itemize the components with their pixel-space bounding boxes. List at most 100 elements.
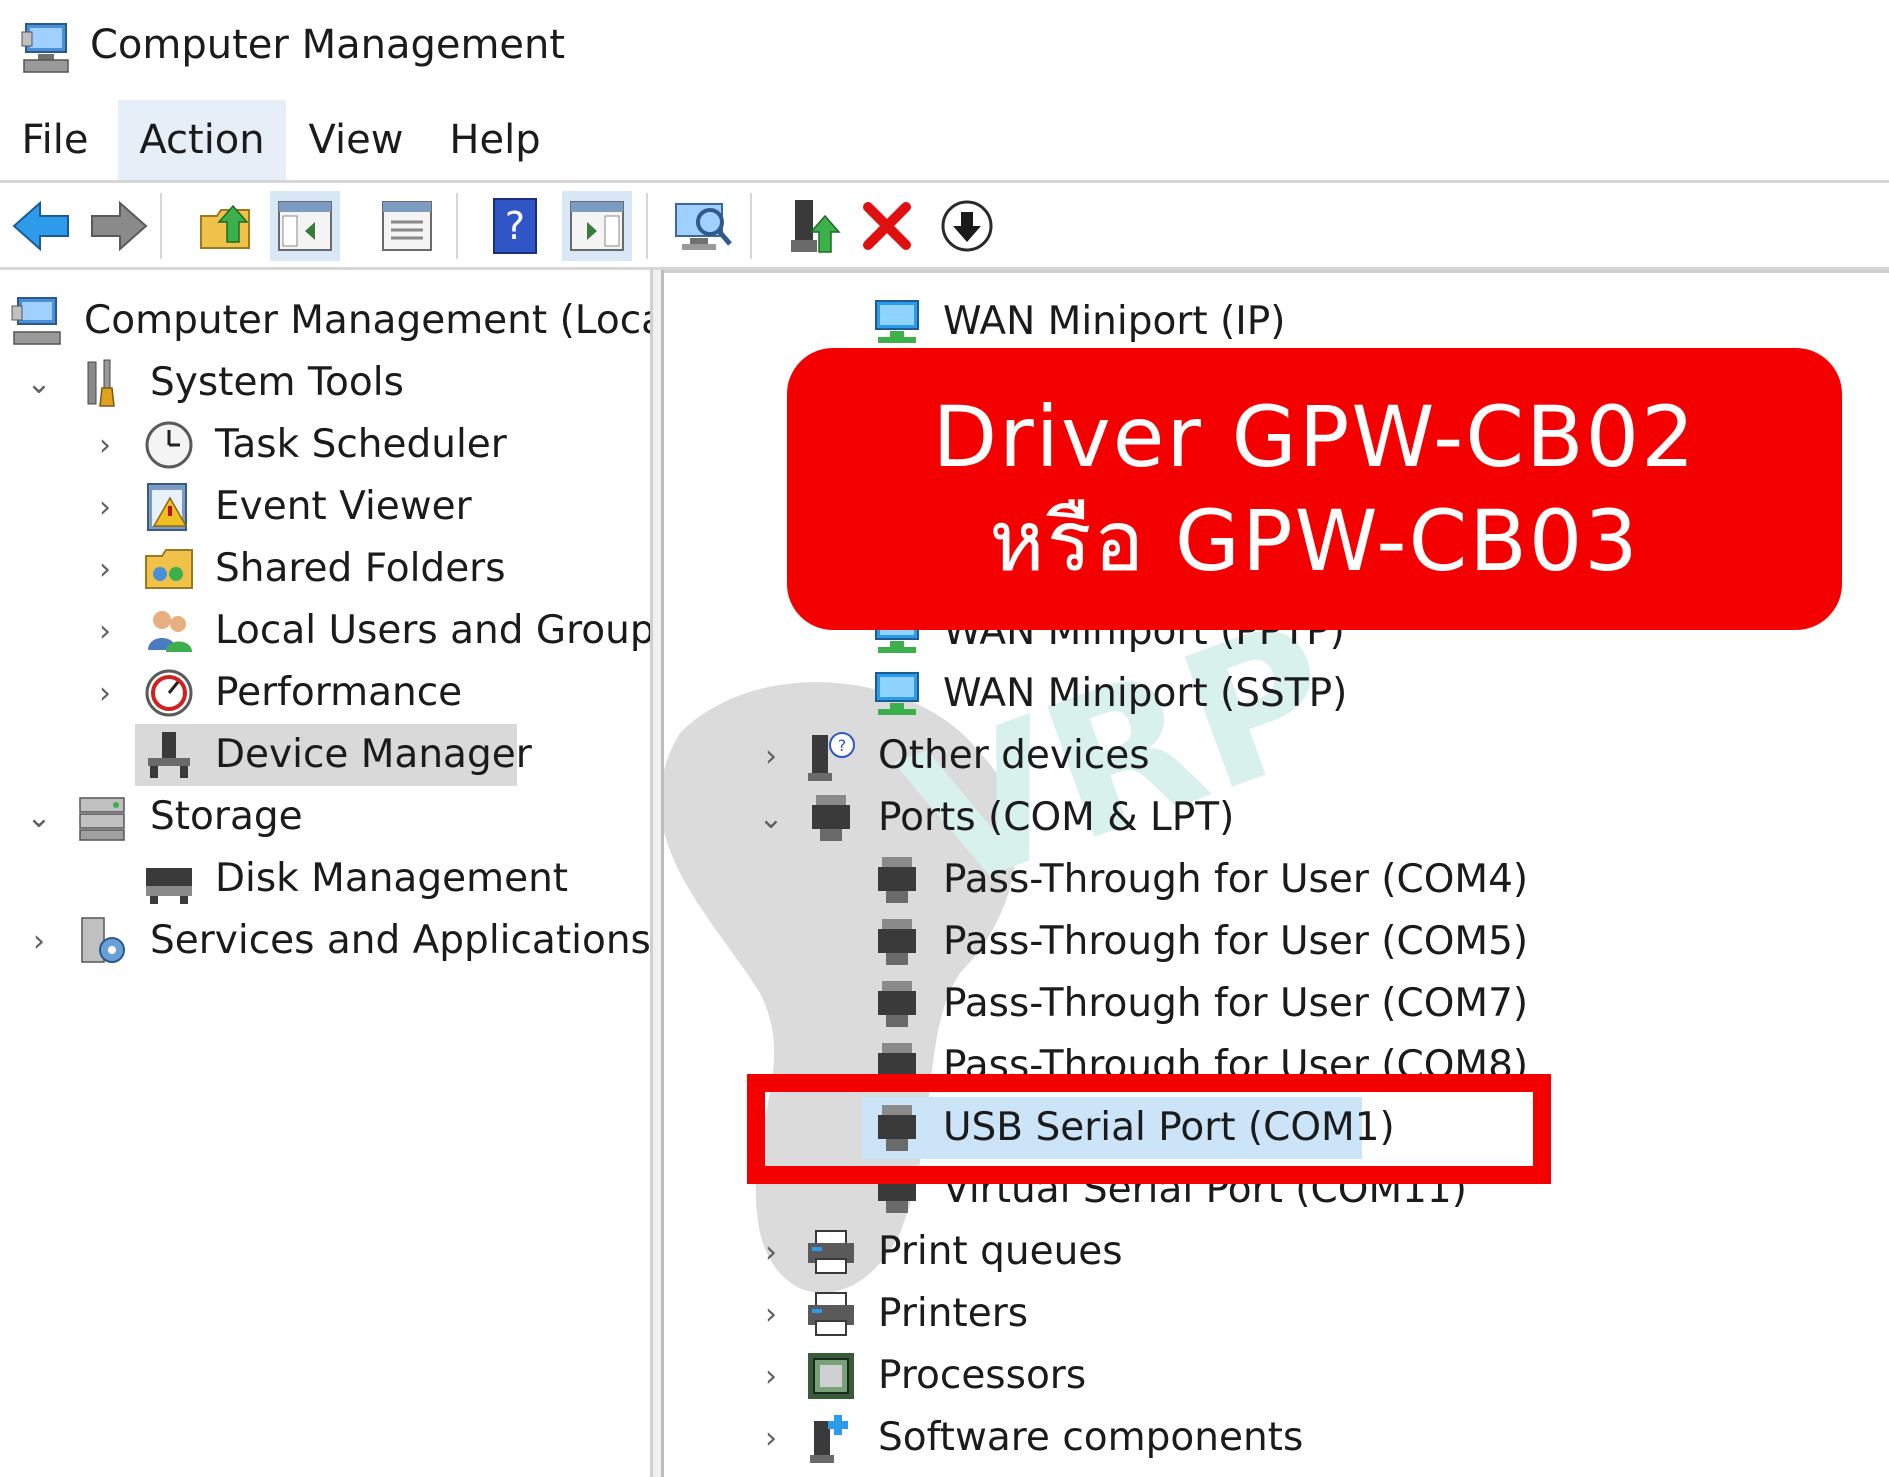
disable-device-button[interactable]	[932, 191, 1002, 261]
toolbar: ?	[0, 180, 1889, 270]
usb-serial-port-highlight-box	[747, 1074, 1551, 1184]
computer-management-icon	[11, 297, 61, 345]
chevron-down-icon[interactable]: ⌄	[24, 788, 54, 846]
device-item-wan-ip[interactable]: WAN Miniport (IP)	[664, 293, 1889, 351]
tree-item-disk-management[interactable]: Disk Management	[0, 850, 650, 908]
device-category-ports[interactable]: ⌄ Ports (COM & LPT)	[664, 789, 1889, 847]
forward-button[interactable]	[84, 191, 154, 261]
up-folder-icon	[200, 204, 250, 249]
network-adapter-icon	[875, 300, 919, 343]
device-category-software-components[interactable]: › Software components	[664, 1409, 1889, 1467]
tree-item-event-viewer[interactable]: › Event Viewer	[0, 478, 650, 536]
tree-item-label: Device Manager	[215, 732, 532, 777]
software-component-icon	[810, 1415, 848, 1463]
processor-icon	[808, 1353, 854, 1399]
back-icon	[12, 200, 69, 252]
tree-item-local-users-groups[interactable]: › Local Users and Groups	[0, 602, 675, 660]
update-driver-button[interactable]	[778, 191, 848, 261]
chevron-right-icon[interactable]: ›	[90, 664, 120, 722]
chevron-right-icon[interactable]: ›	[756, 1409, 786, 1467]
callout-line-2: หรือ GPW-CB03	[989, 492, 1640, 590]
disable-device-icon	[941, 200, 993, 252]
properties-icon	[382, 201, 432, 251]
tree-item-label: Event Viewer	[215, 484, 472, 529]
device-category-print-queues[interactable]: › Print queues	[664, 1223, 1889, 1281]
help-button[interactable]: ?	[480, 191, 550, 261]
tree-item-label: Shared Folders	[215, 546, 506, 591]
title-bar: Computer Management	[0, 0, 1889, 98]
tree-item-label: System Tools	[150, 360, 404, 405]
tree-item-label: Performance	[215, 670, 463, 715]
device-category-label: Print queues	[878, 1229, 1123, 1274]
port-item-label: Pass-Through for User (COM5)	[943, 919, 1529, 964]
chevron-right-icon[interactable]: ›	[756, 727, 786, 785]
device-manager-icon	[148, 732, 190, 778]
tree-item-storage[interactable]: ⌄ Storage	[0, 788, 650, 846]
chevron-right-icon[interactable]: ›	[756, 1223, 786, 1281]
tree-item-label: Storage	[150, 794, 303, 839]
device-category-printers[interactable]: › Printers	[664, 1285, 1889, 1343]
tree-item-device-manager[interactable]: Device Manager	[0, 724, 650, 786]
driver-callout-banner: Driver GPW-CB02 หรือ GPW-CB03	[787, 348, 1842, 630]
pane-splitter[interactable]	[650, 270, 664, 1477]
chevron-right-icon[interactable]: ›	[756, 1347, 786, 1405]
tree-item-label: Local Users and Groups	[215, 608, 675, 653]
svg-text:?: ?	[505, 204, 525, 248]
disk-icon	[146, 868, 192, 904]
device-item-label: WAN Miniport (SSTP)	[943, 671, 1348, 716]
chevron-right-icon[interactable]: ›	[756, 1285, 786, 1343]
help-icon: ?	[493, 198, 537, 254]
chevron-down-icon[interactable]: ⌄	[756, 789, 786, 847]
device-category-processors[interactable]: › Processors	[664, 1347, 1889, 1405]
port-icon	[878, 919, 916, 965]
port-item-com5[interactable]: Pass-Through for User (COM5)	[664, 913, 1889, 971]
unknown-device-icon: ?	[808, 732, 855, 781]
show-hide-action-pane-icon	[570, 201, 624, 251]
event-viewer-icon	[147, 483, 188, 531]
tree-item-label: Disk Management	[215, 856, 569, 901]
menu-view[interactable]: View	[300, 100, 412, 180]
menu-action[interactable]: Action	[118, 100, 286, 180]
show-hide-console-tree-button[interactable]	[270, 191, 340, 261]
show-hide-console-tree-icon	[278, 201, 332, 251]
chevron-right-icon[interactable]: ›	[90, 478, 120, 536]
chevron-down-icon[interactable]: ⌄	[24, 354, 54, 412]
device-category-label: Printers	[878, 1291, 1029, 1336]
tree-item-computer-management-local[interactable]: Computer Management (Local)	[0, 292, 691, 350]
chevron-right-icon[interactable]: ›	[24, 912, 54, 970]
printer-icon	[808, 1230, 854, 1274]
tree-item-task-scheduler[interactable]: › Task Scheduler	[0, 416, 650, 474]
performance-icon	[145, 669, 193, 717]
tree-item-performance[interactable]: › Performance	[0, 664, 650, 722]
scan-hardware-icon	[675, 203, 732, 250]
uninstall-device-button[interactable]	[852, 191, 922, 261]
port-item-com7[interactable]: Pass-Through for User (COM7)	[664, 975, 1889, 1033]
tree-item-system-tools[interactable]: ⌄ System Tools	[0, 354, 650, 412]
tree-item-label: Task Scheduler	[215, 422, 507, 467]
properties-button[interactable]	[372, 191, 442, 261]
menu-help[interactable]: Help	[440, 100, 550, 180]
device-category-other-devices[interactable]: › ? Other devices	[664, 727, 1889, 785]
port-item-label: Pass-Through for User (COM4)	[943, 857, 1529, 902]
scan-hardware-button[interactable]	[668, 191, 738, 261]
port-item-label: Pass-Through for User (COM7)	[943, 981, 1529, 1026]
uninstall-icon	[863, 202, 911, 250]
tree-item-services-applications[interactable]: › Services and Applications	[0, 912, 651, 970]
show-hide-action-pane-button[interactable]	[562, 191, 632, 261]
chevron-right-icon[interactable]: ›	[90, 416, 120, 474]
device-item-wan-sstp[interactable]: WAN Miniport (SSTP)	[664, 665, 1889, 723]
printer-icon	[808, 1292, 854, 1336]
callout-line-1: Driver GPW-CB02	[932, 388, 1697, 486]
users-icon	[148, 611, 192, 652]
back-button[interactable]	[6, 191, 76, 261]
port-item-com4[interactable]: Pass-Through for User (COM4)	[664, 851, 1889, 909]
shared-folder-icon	[145, 549, 193, 589]
port-icon	[878, 857, 916, 903]
services-icon	[81, 917, 125, 963]
menu-file[interactable]: File	[10, 100, 100, 180]
tree-item-shared-folders[interactable]: › Shared Folders	[0, 540, 650, 598]
up-folder-button[interactable]	[190, 191, 260, 261]
chevron-right-icon[interactable]: ›	[90, 540, 120, 598]
chevron-right-icon[interactable]: ›	[90, 602, 120, 660]
window-title: Computer Management	[90, 22, 566, 68]
